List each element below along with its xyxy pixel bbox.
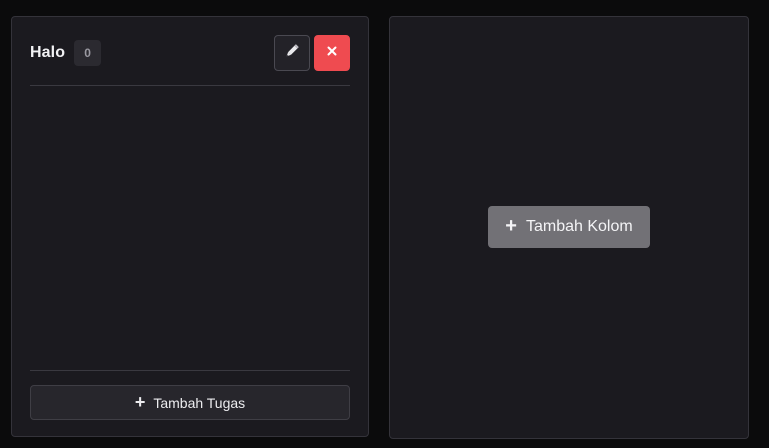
delete-column-button[interactable]	[314, 35, 350, 71]
add-task-label: Tambah Tugas	[153, 394, 246, 411]
add-column-label: Tambah Kolom	[525, 218, 633, 235]
edit-column-button[interactable]	[274, 35, 310, 71]
kanban-board: Halo 0 + Tambah Tugas + Tambah Kolom	[0, 0, 769, 448]
column-title: Halo	[30, 44, 66, 61]
column-header: Halo 0	[30, 35, 350, 71]
column-actions	[274, 35, 350, 71]
plus-icon: +	[134, 391, 146, 412]
plus-icon: +	[505, 215, 517, 237]
pencil-icon	[283, 42, 301, 65]
column-halo: Halo 0 + Tambah Tugas	[11, 16, 369, 437]
add-column-panel: + Tambah Kolom	[389, 16, 749, 439]
add-column-button[interactable]: + Tambah Kolom	[488, 206, 650, 248]
task-count-badge: 0	[74, 40, 102, 66]
task-list	[30, 86, 350, 370]
close-icon	[326, 44, 338, 62]
footer-divider	[30, 370, 350, 371]
add-task-button[interactable]: + Tambah Tugas	[30, 385, 350, 420]
